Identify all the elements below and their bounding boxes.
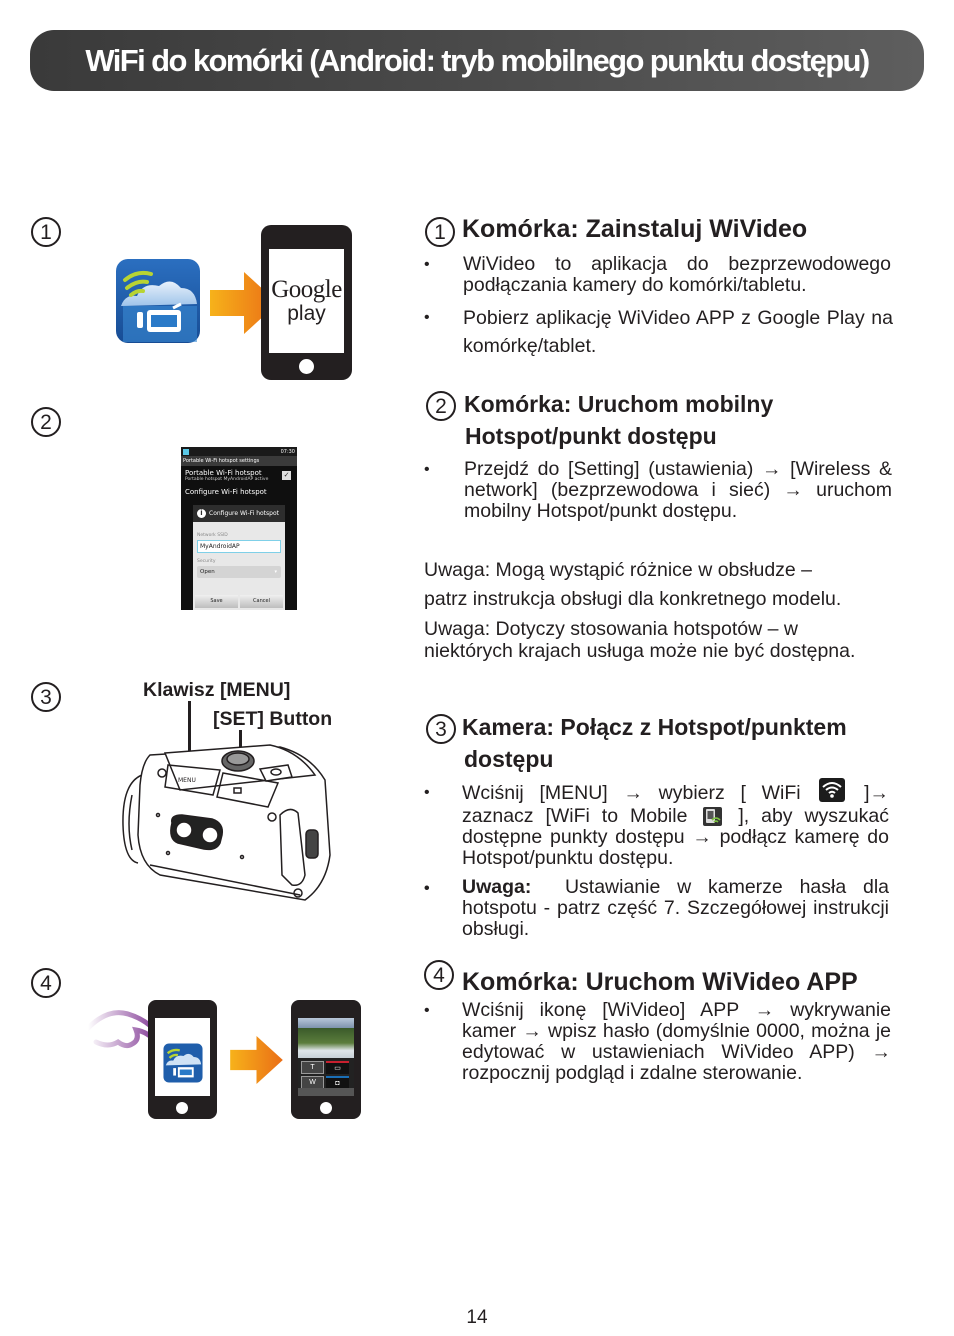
google-text: Google bbox=[271, 276, 342, 303]
ssid-label: Network SSID bbox=[197, 533, 228, 538]
live-preview-image bbox=[298, 1028, 354, 1058]
portable-hotspot-item[interactable]: Portable Wi-Fi hotspot Portable hotspot … bbox=[181, 466, 297, 486]
arrow-right-icon bbox=[230, 1036, 283, 1084]
step-1-number: 1 bbox=[31, 217, 61, 247]
wivideo-app-icon[interactable] bbox=[163, 1043, 203, 1083]
zoom-tele-button[interactable]: T bbox=[301, 1061, 324, 1074]
app-tab-bar bbox=[298, 1088, 354, 1096]
note-label: Uwaga: bbox=[462, 876, 532, 898]
portable-hotspot-title: Portable Wi-Fi hotspot bbox=[185, 469, 262, 477]
phone-google-play: Google play bbox=[261, 225, 352, 380]
step-4-heading: Komórka: Uruchom WiVideo APP bbox=[462, 968, 858, 996]
step-2-heading-line-1: Komórka: Uruchom mobilny bbox=[464, 391, 774, 417]
step-2-bullet-1: Przejdź do [Setting] (ustawienia) → [Wir… bbox=[464, 458, 892, 522]
home-button-icon bbox=[320, 1102, 332, 1114]
page-title-bar: WiFi do komórki (Android: tryb mobilnego… bbox=[30, 30, 924, 91]
dialog-buttons: Save Cancel bbox=[193, 593, 285, 610]
home-button-icon bbox=[299, 359, 314, 374]
note-1-line-2: patrz instrukcja obsługi dla konkretnego… bbox=[424, 588, 842, 610]
configure-hotspot-dialog: i Configure Wi-Fi hotspot Network SSID M… bbox=[193, 505, 285, 610]
bullet: • bbox=[424, 309, 430, 326]
camera-menu-label: MENU bbox=[178, 777, 196, 784]
app-nav-bar bbox=[298, 1018, 354, 1028]
dialog-title: Configure Wi-Fi hotspot bbox=[209, 510, 279, 517]
configure-hotspot-item[interactable]: Configure Wi-Fi hotspot bbox=[181, 486, 297, 498]
hotspot-checkbox[interactable]: ✓ bbox=[282, 471, 291, 480]
menu-key-callout: Klawisz [MENU] bbox=[143, 679, 291, 701]
step-1-heading-number: 1 bbox=[425, 217, 455, 247]
security-select[interactable]: Open ▾ bbox=[197, 566, 281, 578]
step-2-number: 2 bbox=[31, 407, 61, 437]
phone-with-app bbox=[148, 1000, 217, 1119]
security-label: Security bbox=[197, 559, 216, 564]
page-title: WiFi do komórki (Android: tryb mobilnego… bbox=[85, 42, 870, 78]
bullet: • bbox=[424, 256, 430, 273]
note-2-line-1: Uwaga: Dotyczy stosowania hotspotów – w bbox=[424, 618, 798, 640]
save-button[interactable]: Save bbox=[195, 595, 238, 608]
step-4-number: 4 bbox=[31, 968, 61, 998]
control-buttons: T ▭ W ◘ bbox=[298, 1058, 354, 1092]
dialog-title-bar: i Configure Wi-Fi hotspot bbox=[193, 505, 285, 522]
step-4-heading-number: 4 bbox=[424, 960, 454, 990]
step-1-bullet-2: Pobierz aplikację WiVideo APP z Google P… bbox=[463, 307, 893, 357]
step-2-heading-line-2: Hotspot/punkt dostępu bbox=[465, 423, 717, 449]
home-button-icon bbox=[176, 1102, 188, 1114]
security-value: Open bbox=[200, 569, 215, 575]
wifi-icon bbox=[819, 778, 846, 802]
set-button-callout: [SET] Button bbox=[213, 708, 333, 730]
step-3-bullet-1-part-1: Wciśnij [MENU] → wybierz [ WiFi bbox=[462, 782, 801, 805]
bullet: • bbox=[424, 461, 430, 478]
play-text: play bbox=[287, 302, 326, 325]
step-3-bullet-1: Wciśnij [MENU] → wybierz [ WiFi ]→ zazna… bbox=[462, 778, 889, 869]
info-icon: i bbox=[197, 509, 206, 518]
cancel-button[interactable]: Cancel bbox=[240, 595, 283, 608]
phone-screen bbox=[155, 1018, 210, 1096]
phone-with-live-view: T ▭ W ◘ bbox=[291, 1000, 361, 1119]
step-1-heading: Komórka: Zainstaluj WiVideo bbox=[462, 215, 808, 243]
settings-header: Portable Wi-Fi hotspot settings bbox=[181, 456, 297, 466]
step-3-number: 3 bbox=[31, 682, 61, 712]
step-3-heading-line-2: dostępu bbox=[464, 746, 554, 772]
step-3-bullet-2: Uwaga: Ustawianie w kamerze hasła dla ho… bbox=[462, 877, 889, 940]
step-4-bullet-1: Wciśnij ikonę [WiVideo] APP → wykrywanie… bbox=[462, 999, 891, 1084]
bullet: • bbox=[424, 880, 430, 897]
step-1-bullet-1: WiVideo to aplikacja do bezprzewodowego … bbox=[463, 253, 891, 296]
bullet: • bbox=[424, 784, 430, 801]
record-video-button[interactable]: ▭ bbox=[326, 1061, 349, 1074]
wifi-to-mobile-icon bbox=[703, 807, 723, 827]
status-bar: 07:30 bbox=[181, 447, 297, 456]
app-live-view-screen: T ▭ W ◘ bbox=[298, 1018, 354, 1096]
step-2-heading-number: 2 bbox=[426, 391, 456, 421]
notification-icon bbox=[183, 448, 189, 455]
dropdown-arrow-icon: ▾ bbox=[274, 569, 277, 575]
step-3-heading-number: 3 bbox=[426, 714, 456, 744]
portable-hotspot-subtitle: Portable hotspot MyAndroidAP active bbox=[185, 477, 269, 482]
wivideo-app-icon bbox=[115, 258, 201, 344]
step-3-heading-line-1: Kamera: Połącz z Hotspot/punktem bbox=[462, 714, 847, 740]
status-time: 07:30 bbox=[280, 448, 295, 455]
page-number: 14 bbox=[466, 1307, 488, 1328]
android-hotspot-screenshot: 07:30 Portable Wi-Fi hotspot settings Po… bbox=[181, 447, 297, 610]
note-2-line-2: niektórych krajach usługa może nie być d… bbox=[424, 640, 856, 662]
phone-screen: Google play bbox=[269, 249, 344, 353]
note-1-line-1: Uwaga: Mogą wystąpić różnice w obsłudze … bbox=[424, 559, 813, 581]
bullet: • bbox=[424, 1002, 430, 1019]
ssid-input[interactable]: MyAndroidAP bbox=[197, 540, 281, 553]
camera-illustration: MENU bbox=[120, 735, 335, 910]
